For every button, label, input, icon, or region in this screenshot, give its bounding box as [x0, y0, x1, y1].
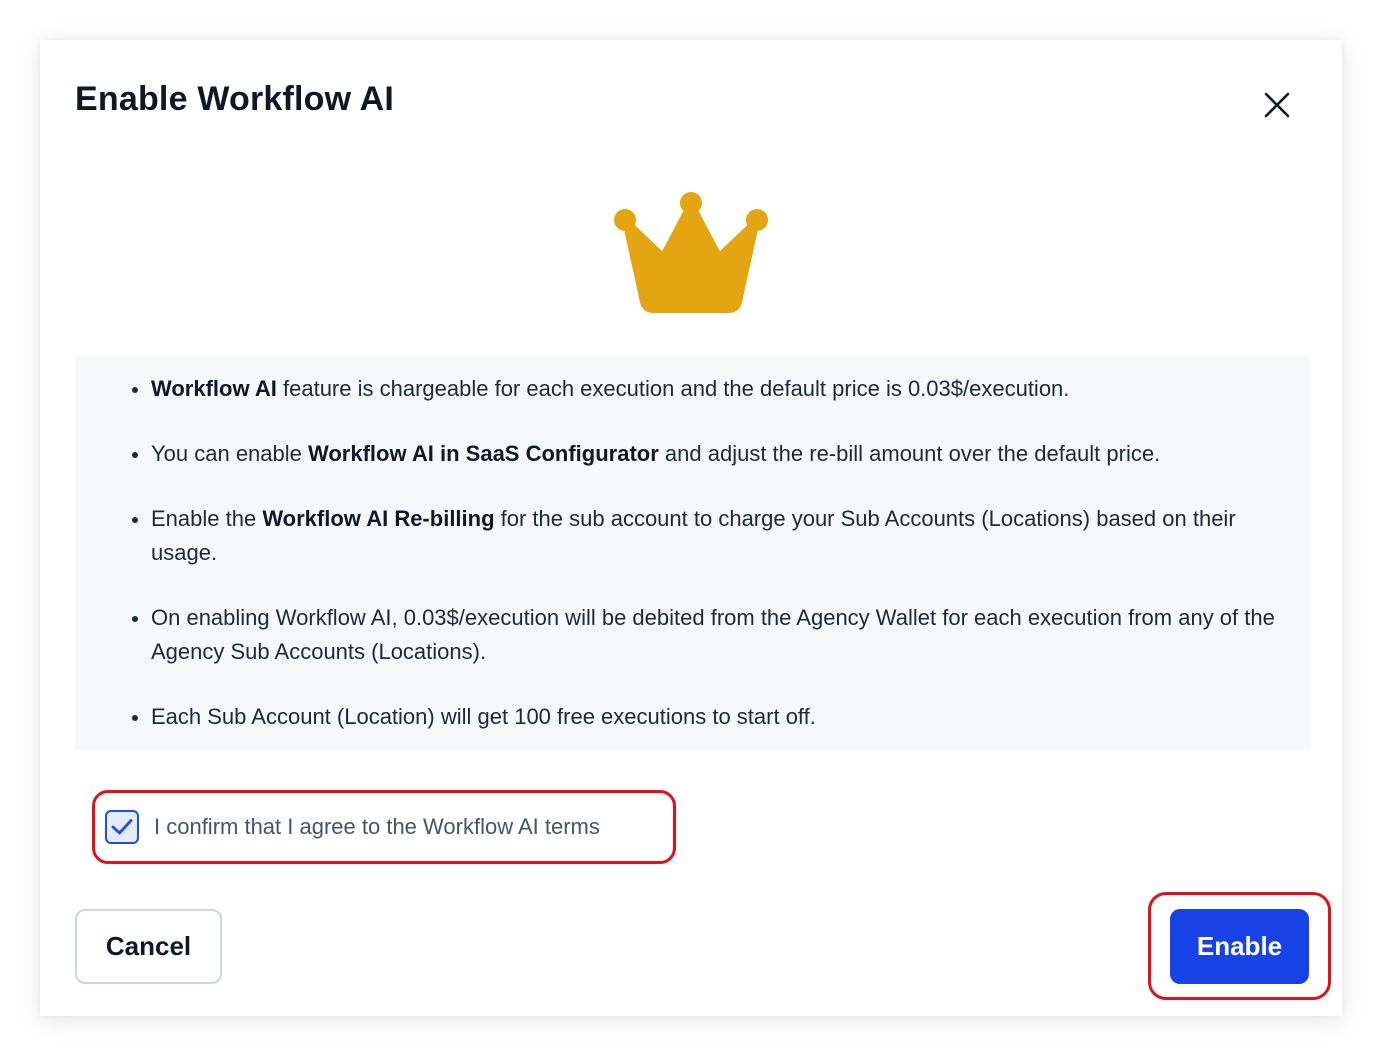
- info-panel: Workflow AI feature is chargeable for ea…: [75, 356, 1310, 750]
- info-item: Each Sub Account (Location) will get 100…: [130, 700, 1300, 734]
- checkmark-icon: [111, 819, 133, 835]
- close-icon: [1264, 92, 1290, 118]
- info-item: Workflow AI feature is chargeable for ea…: [130, 372, 1300, 406]
- cancel-button[interactable]: Cancel: [75, 909, 222, 984]
- enable-workflow-ai-dialog: Enable Workflow AI Workflow AI feature i…: [40, 40, 1342, 1016]
- close-button[interactable]: [1260, 88, 1294, 122]
- confirm-terms-checkbox[interactable]: [105, 810, 139, 844]
- confirm-terms-label[interactable]: I confirm that I agree to the Workflow A…: [154, 814, 600, 840]
- confirm-terms-highlight: I confirm that I agree to the Workflow A…: [92, 790, 676, 864]
- enable-button[interactable]: Enable: [1170, 909, 1309, 984]
- info-list: Workflow AI feature is chargeable for ea…: [130, 372, 1300, 765]
- crown-icon: [614, 192, 768, 313]
- dialog-title: Enable Workflow AI: [75, 80, 395, 118]
- info-item: Enable the Workflow AI Re-billing for th…: [130, 502, 1300, 570]
- info-item: On enabling Workflow AI, 0.03$/execution…: [130, 601, 1300, 669]
- info-item: You can enable Workflow AI in SaaS Confi…: [130, 437, 1300, 471]
